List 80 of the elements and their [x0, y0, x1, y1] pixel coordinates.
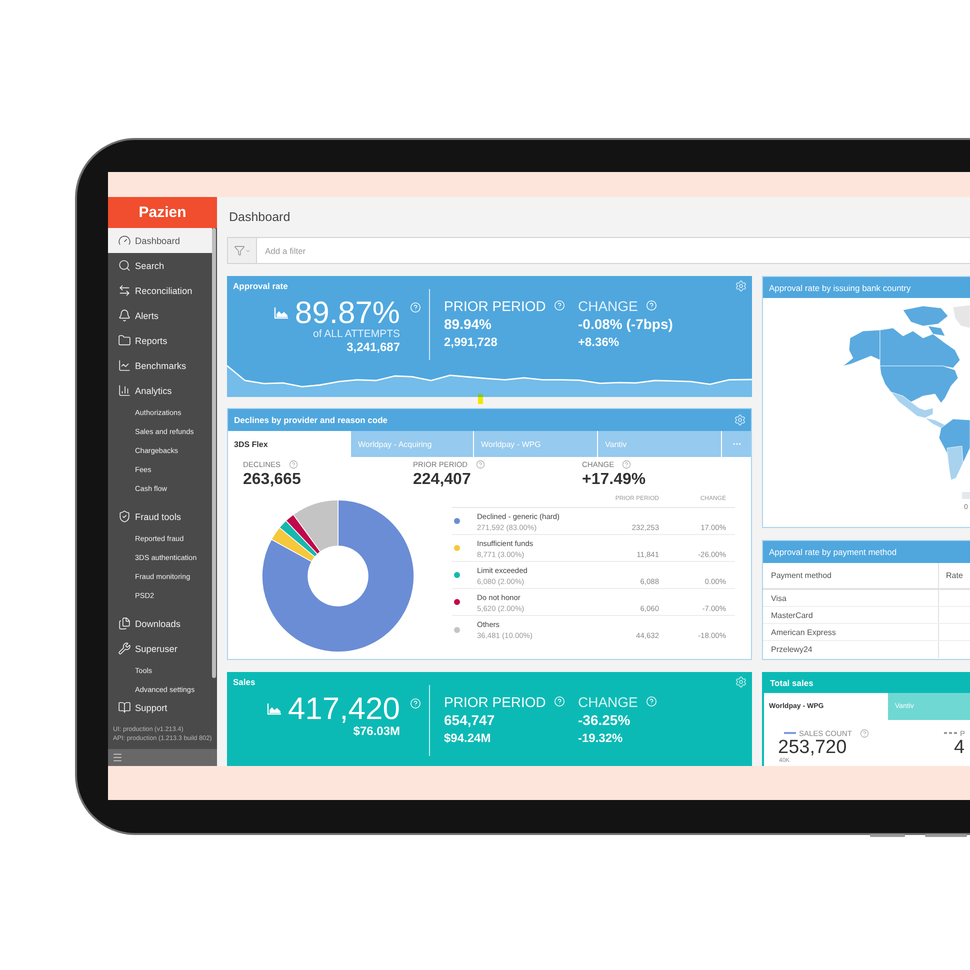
stat-detail: 3,241,687	[346, 340, 400, 354]
filter-input[interactable]: Add a filter	[257, 237, 970, 264]
stat-label: PRIOR PERIOD	[444, 694, 546, 710]
stat-value: 89.94%	[444, 316, 492, 333]
more-tab[interactable]	[721, 431, 751, 457]
shield-check-icon	[118, 510, 131, 523]
stat-label: CHANGE	[578, 694, 638, 710]
arrows-icon	[118, 284, 131, 297]
tablet-side-key	[925, 834, 967, 837]
nav-item[interactable]: Fraud tools	[108, 504, 212, 529]
caret-icon	[244, 248, 250, 254]
stat-value: 89.87%	[294, 297, 400, 328]
stat-label: CHANGE	[578, 298, 638, 314]
menu-icon[interactable]	[112, 752, 123, 763]
nav-item[interactable]: Alerts	[108, 303, 212, 328]
area-chart-icon[interactable]	[266, 702, 281, 714]
stat-detail: +8.36%	[578, 335, 620, 350]
legend-swatch-icon	[962, 492, 970, 499]
column-header: Rate	[946, 571, 963, 580]
nav-item[interactable]: Support	[108, 696, 212, 719]
funnel-icon	[234, 245, 244, 256]
stat-value: 224,407	[413, 470, 471, 490]
stat-value: -36.25%	[578, 712, 632, 729]
nav-item[interactable]: Search	[108, 253, 212, 278]
series-value: 253,720	[778, 738, 847, 757]
card-title: Approval rate by payment method	[769, 547, 897, 557]
nav-item[interactable]: Downloads	[108, 611, 212, 636]
settings-icon[interactable]	[734, 414, 746, 426]
gauge-icon	[118, 234, 131, 247]
nav-item[interactable]: Superuser	[108, 636, 212, 661]
series-value: 4	[953, 738, 965, 757]
card-title: Sales	[233, 677, 256, 687]
area-chart-icon[interactable]	[274, 306, 288, 318]
bar-chart-icon	[118, 384, 131, 397]
stat-value: 263,665	[243, 470, 301, 490]
stat-detail: 2,991,728	[444, 335, 498, 350]
card-title: Total sales	[770, 678, 814, 688]
folder-icon	[118, 334, 131, 347]
settings-icon[interactable]	[735, 280, 747, 292]
help-icon[interactable]	[476, 460, 485, 469]
nav-item[interactable]: Analytics	[108, 378, 212, 403]
bell-icon	[118, 309, 131, 322]
search-icon	[118, 259, 131, 272]
stat-value: +17.49%	[582, 470, 646, 490]
stat-label: PRIOR PERIOD	[444, 298, 546, 314]
settings-icon[interactable]	[735, 676, 747, 688]
table-cell: Przelewy24	[771, 645, 812, 654]
dashed-line-icon	[944, 732, 957, 734]
nav-item[interactable]: Reports	[108, 328, 212, 353]
stat-detail: $76.03M	[353, 724, 400, 738]
table-cell: MasterCard	[771, 610, 813, 620]
tablet-side-key	[870, 834, 905, 837]
stat-value: 654,747	[444, 712, 496, 729]
book-icon	[118, 701, 131, 714]
table-cell: Visa	[771, 594, 786, 602]
nav-item[interactable]: Reconciliation	[108, 278, 212, 303]
stat-detail: $94.24M	[444, 731, 492, 746]
help-icon[interactable]	[288, 460, 298, 469]
stat-value: -0.08% (-7bps)	[578, 316, 674, 333]
stat-value: 417,420	[288, 693, 400, 724]
wrench-icon	[118, 642, 131, 655]
card-title: Declines by provider and reason code	[234, 415, 388, 425]
help-icon[interactable]	[622, 460, 632, 469]
card-title: Approval rate	[233, 281, 288, 291]
help-icon[interactable]	[860, 728, 869, 738]
card-title: Approval rate by issuing bank country	[769, 282, 911, 292]
filter-button[interactable]	[227, 237, 257, 264]
nav-item[interactable]: Dashboard	[108, 228, 212, 253]
line-chart-icon	[118, 359, 131, 372]
stat-caption: of ALL ATTEMPTS	[313, 328, 400, 340]
scrollbar[interactable]	[212, 228, 216, 678]
nav-item[interactable]: Benchmarks	[108, 353, 212, 378]
page-title: Dashboard	[229, 210, 290, 224]
logo[interactable]: Pazien	[108, 197, 217, 228]
solid-line-icon	[784, 732, 796, 734]
column-header: Payment method	[771, 571, 832, 580]
files-icon	[118, 617, 131, 630]
range-handle[interactable]	[478, 394, 483, 404]
table-cell: American Express	[771, 628, 836, 636]
stat-detail: -19.32%	[578, 731, 624, 746]
